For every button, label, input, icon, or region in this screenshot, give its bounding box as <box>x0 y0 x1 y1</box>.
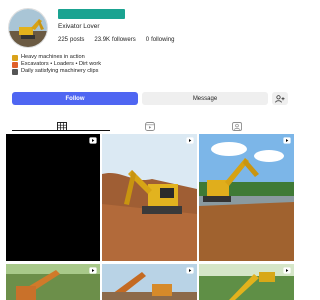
reel-badge-icon <box>89 137 97 144</box>
add-user-icon <box>275 94 285 103</box>
posts-count: 225 <box>58 37 69 43</box>
excavator-thumbnail <box>102 134 197 261</box>
reel-badge-icon <box>89 267 97 274</box>
profile-tabs <box>0 115 300 131</box>
posts-label: posts <box>70 37 85 43</box>
followers-count: 23.9K <box>94 37 111 43</box>
reel-badge-icon <box>283 267 291 274</box>
bio-text: Excavators • Loaders • Dirt work <box>21 61 102 67</box>
followers-label: followers <box>112 37 136 43</box>
profile-avatar[interactable] <box>8 8 48 48</box>
suggested-users-button[interactable] <box>272 92 288 105</box>
excavator-thumbnail <box>199 264 294 300</box>
followers-stat[interactable]: 23.9K followers <box>94 37 135 43</box>
grid-post[interactable] <box>199 134 294 261</box>
follow-button[interactable]: Follow <box>12 92 138 105</box>
active-tab-indicator <box>12 130 110 131</box>
bio-line: Daily satisfying machinery clips <box>12 68 101 75</box>
video-camera-emoji-icon <box>12 68 18 75</box>
tab-reels[interactable] <box>145 118 155 131</box>
profile-bio: Heavy machines in action Excavators • Lo… <box>12 54 101 75</box>
profile-stats: 225 posts 23.9K followers 0 following <box>58 37 174 43</box>
display-name: Exivator Lover <box>58 23 100 30</box>
bio-text: Daily satisfying machinery clips <box>21 68 99 74</box>
excavator-thumbnail <box>102 264 197 300</box>
tab-posts[interactable] <box>57 118 67 131</box>
bio-text: Heavy machines in action <box>21 54 85 60</box>
excavator-thumbnail <box>199 134 294 261</box>
posts-stat[interactable]: 225 posts <box>58 37 84 43</box>
grid-post[interactable] <box>199 264 294 300</box>
grid-post[interactable] <box>102 264 197 300</box>
following-count: 0 <box>145 37 150 43</box>
following-label: following <box>151 37 175 43</box>
reels-icon <box>145 122 155 131</box>
reel-badge-icon <box>186 137 194 144</box>
reel-badge-icon <box>186 267 194 274</box>
posts-grid <box>0 134 300 300</box>
excavator-emoji-icon <box>12 54 18 61</box>
bio-line: Heavy machines in action <box>12 54 101 61</box>
grid-post[interactable] <box>6 264 100 300</box>
tagged-icon <box>232 122 242 131</box>
message-button[interactable]: Message <box>142 92 268 105</box>
tab-tagged[interactable] <box>232 118 242 131</box>
reel-badge-icon <box>283 137 291 144</box>
username-redacted-bar <box>58 9 125 19</box>
grid-post[interactable] <box>102 134 197 261</box>
bio-line: Excavators • Loaders • Dirt work <box>12 61 101 68</box>
excavator-thumbnail <box>6 264 100 300</box>
following-stat[interactable]: 0 following <box>146 37 175 43</box>
construction-emoji-icon <box>12 61 18 68</box>
excavator-avatar-image <box>9 9 47 47</box>
grid-post[interactable] <box>6 134 100 261</box>
